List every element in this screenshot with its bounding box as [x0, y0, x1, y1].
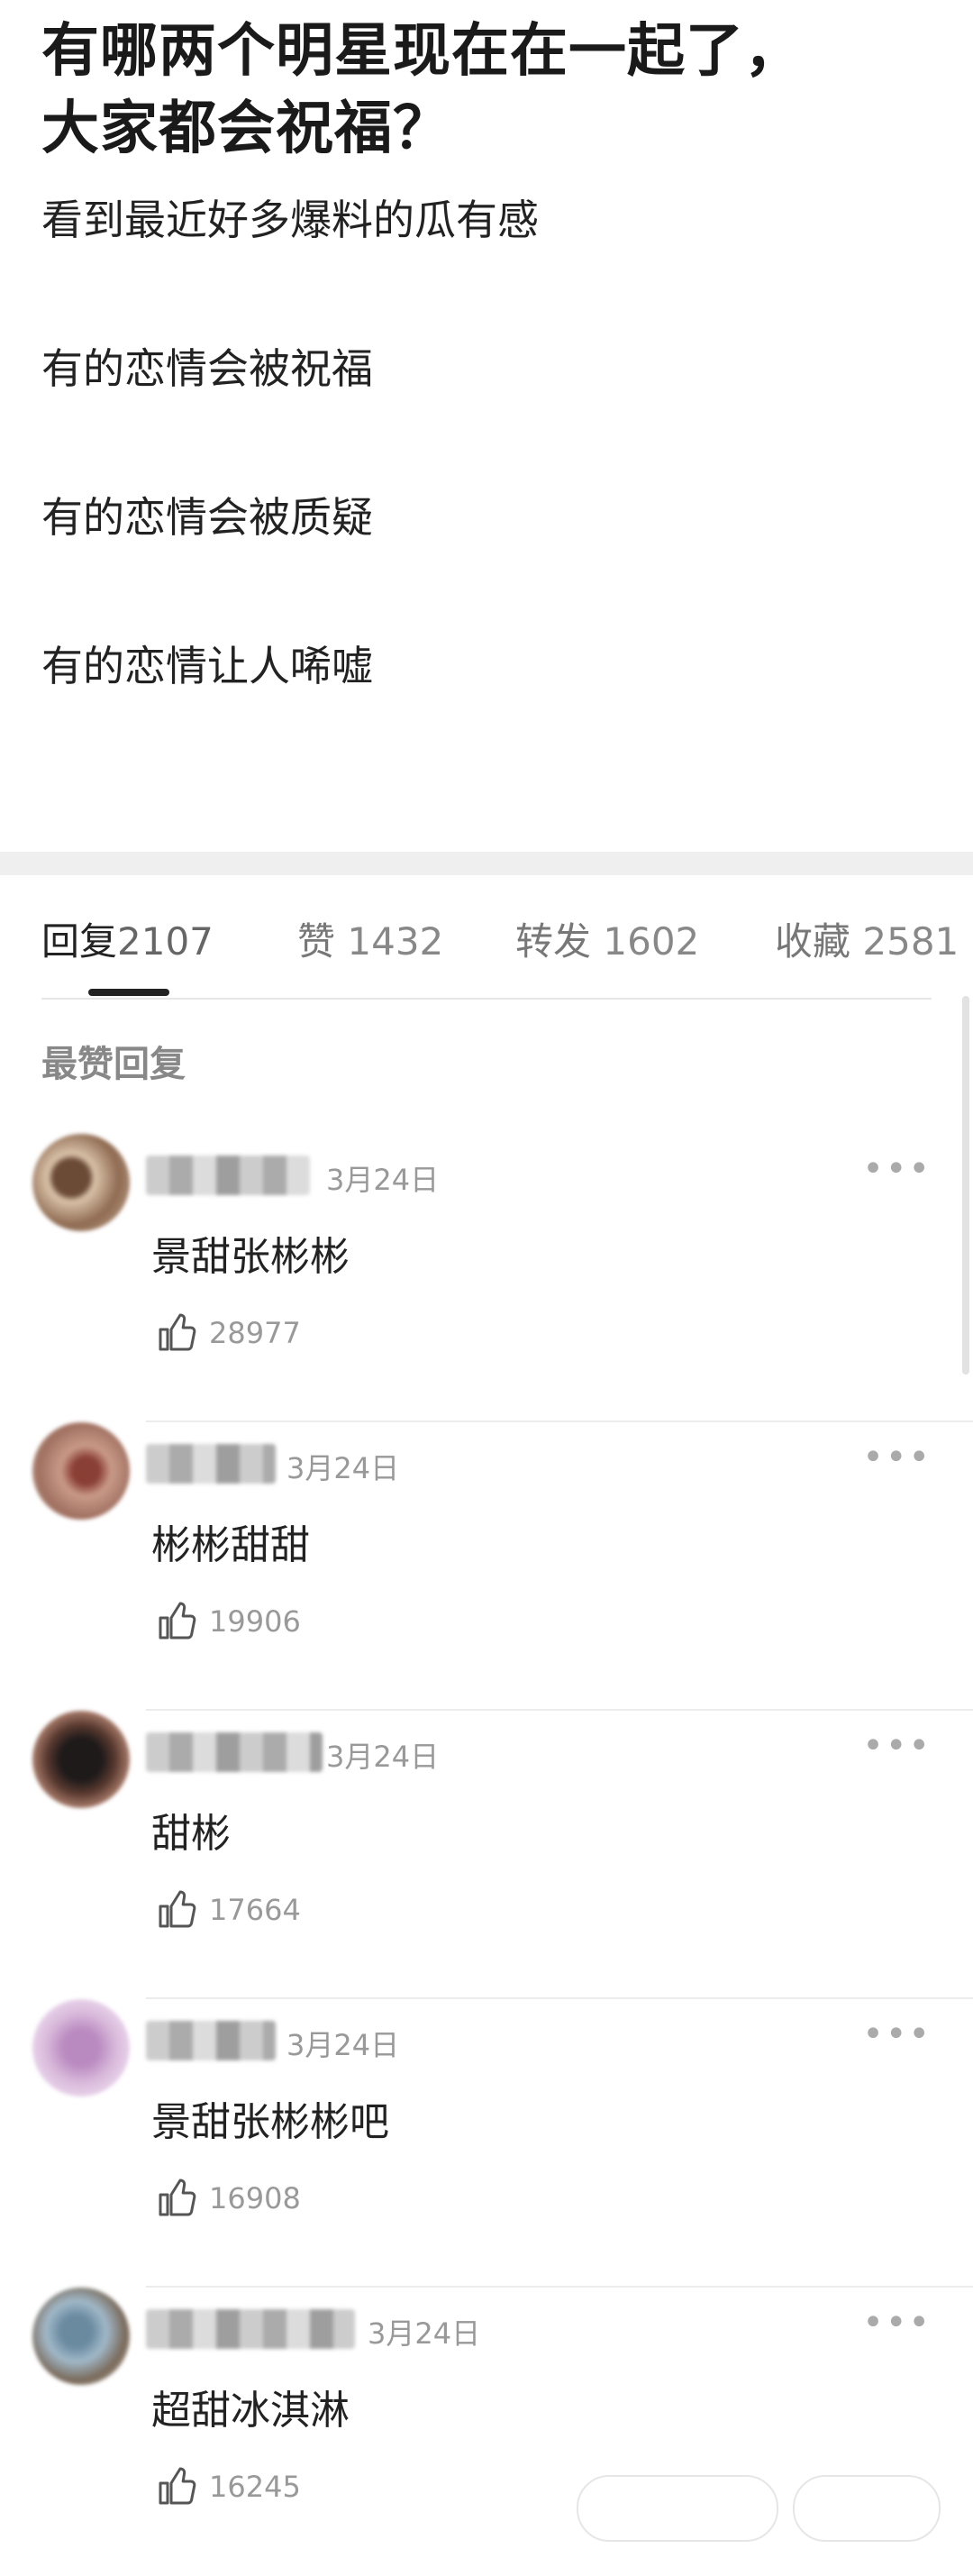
active-tab-indicator — [88, 989, 169, 996]
comment-item: 3月24日 ••• 景甜张彬彬 28977 — [0, 1134, 973, 1422]
like-count: 28977 — [209, 1316, 301, 1350]
thumbs-up-icon — [159, 1890, 196, 1928]
like-button[interactable]: 17664 — [155, 1887, 301, 1932]
thumbs-up-icon — [159, 2467, 196, 2505]
bottom-action-button[interactable] — [577, 2475, 778, 2542]
avatar[interactable] — [32, 1711, 130, 1808]
like-count: 17664 — [209, 1893, 301, 1927]
comment-date: 3月24日 — [286, 1451, 400, 1485]
thumbs-up-icon — [159, 2179, 196, 2216]
like-count: 16908 — [209, 2181, 301, 2215]
more-icon[interactable]: ••• — [862, 2302, 932, 2343]
comment-item: 3月24日 ••• 甜彬 17664 — [0, 1711, 973, 1999]
tab-count: 1432 — [347, 919, 444, 964]
post-body: 看到最近好多爆料的瓜有感 有的恋情会被祝福 有的恋情会被质疑 有的恋情让人唏嘘 — [41, 191, 932, 786]
tab-favorites[interactable]: 收藏 2581 — [775, 911, 973, 966]
comment-text: 甜彬 — [151, 1811, 231, 1857]
post-line: 有的恋情让人唏嘘 — [41, 642, 373, 690]
section-divider — [0, 852, 973, 875]
post: 有哪两个明星现在在一起了， 大家都会祝福？ 看到最近好多爆料的瓜有感 有的恋情会… — [0, 0, 973, 786]
avatar[interactable] — [32, 1422, 130, 1520]
like-count: 19906 — [209, 1604, 301, 1639]
username-blurred[interactable] — [146, 2309, 355, 2349]
like-button[interactable]: 28977 — [155, 1311, 301, 1356]
post-line: 看到最近好多爆料的瓜有感 — [41, 196, 539, 244]
tab-label: 赞 — [297, 919, 336, 964]
post-title-line-1: 有哪两个明星现在在一起了， — [41, 18, 803, 85]
tab-replies[interactable]: 回复2107 — [41, 911, 214, 966]
avatar[interactable] — [32, 2288, 130, 2385]
comment-text: 彬彬甜甜 — [151, 1522, 310, 1568]
comment-date: 3月24日 — [326, 1163, 440, 1197]
more-icon[interactable]: ••• — [862, 1437, 932, 1478]
tab-count: 2107 — [117, 919, 214, 964]
comment-date: 3月24日 — [326, 1740, 440, 1774]
username-blurred[interactable] — [146, 1732, 323, 1772]
avatar[interactable] — [32, 1999, 130, 2096]
tab-count: 2581 — [862, 919, 959, 964]
comment-text: 景甜张彬彬吧 — [151, 2099, 389, 2145]
tab-bar: 回复2107 赞 1432 转发 1602 收藏 2581 — [0, 875, 973, 1000]
section-label: 最赞回复 — [41, 1044, 186, 1085]
username-blurred[interactable] — [146, 2021, 276, 2060]
post-line: 有的恋情会被质疑 — [41, 493, 373, 542]
tab-count: 1602 — [603, 919, 700, 964]
more-icon[interactable]: ••• — [862, 2014, 932, 2055]
username-blurred[interactable] — [146, 1444, 276, 1484]
tab-divider — [41, 998, 932, 1000]
comment-item: 3月24日 ••• 彬彬甜甜 19906 — [0, 1422, 973, 1711]
more-icon[interactable]: ••• — [862, 1148, 932, 1190]
like-button[interactable]: 16245 — [155, 2464, 301, 2509]
tab-label: 转发 — [515, 919, 592, 964]
thumbs-up-icon — [159, 1313, 196, 1351]
like-button[interactable]: 16908 — [155, 2176, 301, 2221]
comment-item: 3月24日 ••• 景甜张彬彬吧 16908 — [0, 1999, 973, 2288]
comment-date: 3月24日 — [368, 2316, 481, 2351]
bottom-action-button[interactable] — [793, 2475, 941, 2542]
username-blurred[interactable] — [146, 1156, 310, 1195]
like-count: 16245 — [209, 2470, 301, 2504]
comment-text: 超甜冰淇淋 — [151, 2388, 350, 2434]
tab-reposts[interactable]: 转发 1602 — [515, 911, 699, 966]
thumbs-up-icon — [159, 1602, 196, 1640]
avatar[interactable] — [32, 1134, 130, 1231]
post-line: 有的恋情会被祝福 — [41, 344, 373, 393]
post-title: 有哪两个明星现在在一起了， 大家都会祝福？ — [41, 13, 932, 168]
post-title-line-2: 大家都会祝福？ — [41, 96, 451, 162]
tab-label: 收藏 — [775, 919, 851, 964]
comment-date: 3月24日 — [286, 2028, 400, 2062]
more-icon[interactable]: ••• — [862, 1725, 932, 1767]
tab-likes[interactable]: 赞 1432 — [297, 911, 443, 966]
tab-label: 回复 — [41, 919, 118, 964]
like-button[interactable]: 19906 — [155, 1599, 301, 1644]
comment-text: 景甜张彬彬 — [151, 1234, 350, 1280]
